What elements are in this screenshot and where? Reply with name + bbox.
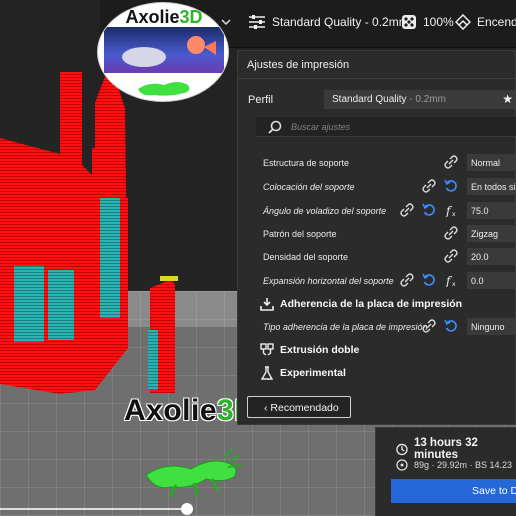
favorite-star-icon[interactable]: ★ bbox=[502, 92, 513, 106]
sliders-icon bbox=[249, 15, 265, 29]
clock-icon bbox=[396, 443, 408, 455]
setting-label-adhesion-type: Tipo adherencia de la placa de impresión bbox=[263, 322, 428, 332]
layer-scrubber-track[interactable] bbox=[0, 508, 190, 510]
setting-value-adhesion-type[interactable]: Ninguno bbox=[467, 318, 516, 335]
infill-value: 100% bbox=[423, 15, 454, 29]
material-spool-icon bbox=[396, 459, 408, 471]
section-experimental[interactable]: Experimental bbox=[260, 366, 346, 380]
house-model bbox=[0, 63, 178, 394]
flask-icon bbox=[260, 366, 274, 380]
adhesion-icon bbox=[260, 298, 274, 311]
logo-aquarium-image bbox=[104, 27, 224, 73]
profile-label: Perfil bbox=[248, 94, 274, 106]
support-indicator[interactable]: Encendi bbox=[455, 14, 516, 30]
save-to-disk-button[interactable]: Save to Di bbox=[391, 479, 516, 503]
section-bed-adhesion[interactable]: Adherencia de la placa de impresión bbox=[260, 297, 462, 311]
setting-label-support-structure: Estructura de soporte bbox=[263, 158, 350, 168]
setting-label-overhang-angle: Ángulo de voladizo del soporte bbox=[263, 206, 387, 216]
settings-search-input[interactable]: Buscar ajustes bbox=[256, 117, 516, 137]
infill-icon bbox=[402, 15, 416, 29]
link-icon[interactable] bbox=[444, 249, 458, 263]
quality-selector[interactable]: Standard Quality - 0.2mm bbox=[248, 14, 409, 30]
link-icon[interactable] bbox=[400, 273, 414, 287]
setting-label-support-placement: Colocación del soporte bbox=[263, 182, 355, 192]
print-time: 13 hours 32 minutes bbox=[396, 437, 516, 461]
reset-icon[interactable] bbox=[444, 319, 458, 333]
axolotl-logo-icon bbox=[138, 82, 190, 96]
print-settings-panel: Ajustes de impresión Perfil Standard Qua… bbox=[237, 50, 516, 425]
print-summary: 13 hours 32 minutes 89g · 29.92m · BS 14… bbox=[375, 427, 516, 516]
section-dual-extrusion[interactable]: Extrusión doble bbox=[260, 343, 359, 357]
link-icon[interactable] bbox=[422, 319, 436, 333]
dual-extrusion-icon bbox=[260, 343, 274, 356]
reset-icon[interactable] bbox=[422, 203, 436, 217]
support-icon bbox=[455, 14, 471, 30]
top-toolbar: Standard Quality - 0.2mm 100% Encendi bbox=[0, 0, 516, 48]
setting-value-support-placement[interactable]: En todos siti bbox=[467, 178, 516, 195]
toolbar-left-area bbox=[0, 0, 100, 48]
setting-label-support-density: Densidad del soporte bbox=[263, 252, 349, 262]
layer-scrubber-handle[interactable] bbox=[181, 503, 193, 515]
svg-text:x: x bbox=[452, 281, 456, 287]
search-placeholder: Buscar ajustes bbox=[291, 122, 351, 132]
support-label: Encendi bbox=[477, 15, 516, 29]
link-icon[interactable] bbox=[400, 203, 414, 217]
axolotl-watermark-icon bbox=[145, 448, 243, 498]
brand-logo: Axolie3D bbox=[97, 2, 229, 102]
setting-label-horizontal-expansion: Expansión horizontal del soporte bbox=[263, 276, 394, 286]
setting-value-support-structure[interactable]: Normal bbox=[467, 154, 516, 171]
link-icon[interactable] bbox=[444, 155, 458, 169]
quality-label: Standard Quality - 0.2mm bbox=[272, 15, 409, 29]
search-icon bbox=[268, 120, 282, 134]
logo-title: Axolie3D bbox=[125, 7, 203, 27]
panel-title: Ajustes de impresión bbox=[238, 51, 516, 79]
setting-value-overhang-angle[interactable]: 75.0 bbox=[467, 202, 516, 219]
svg-text:x: x bbox=[452, 211, 456, 217]
print-material-summary: 89g · 29.92m · BS 14.23 bbox=[396, 459, 512, 471]
reset-icon[interactable] bbox=[444, 179, 458, 193]
setting-value-support-pattern[interactable]: Zigzag bbox=[467, 225, 516, 242]
function-icon[interactable]: fx bbox=[444, 273, 458, 287]
reset-icon[interactable] bbox=[422, 273, 436, 287]
setting-label-support-pattern: Patrón del soporte bbox=[263, 229, 337, 239]
setting-value-support-density[interactable]: 20.0 bbox=[467, 248, 516, 265]
infill-indicator[interactable]: 100% bbox=[401, 14, 454, 30]
recommended-button[interactable]: ‹ Recomendado bbox=[247, 396, 351, 418]
function-icon[interactable]: fx bbox=[444, 203, 458, 217]
profile-dropdown[interactable]: Standard Quality - 0.2mm ★ bbox=[324, 90, 516, 109]
link-icon[interactable] bbox=[422, 179, 436, 193]
link-icon[interactable] bbox=[444, 226, 458, 240]
setting-value-horizontal-expansion[interactable]: 0.0 bbox=[467, 272, 516, 289]
